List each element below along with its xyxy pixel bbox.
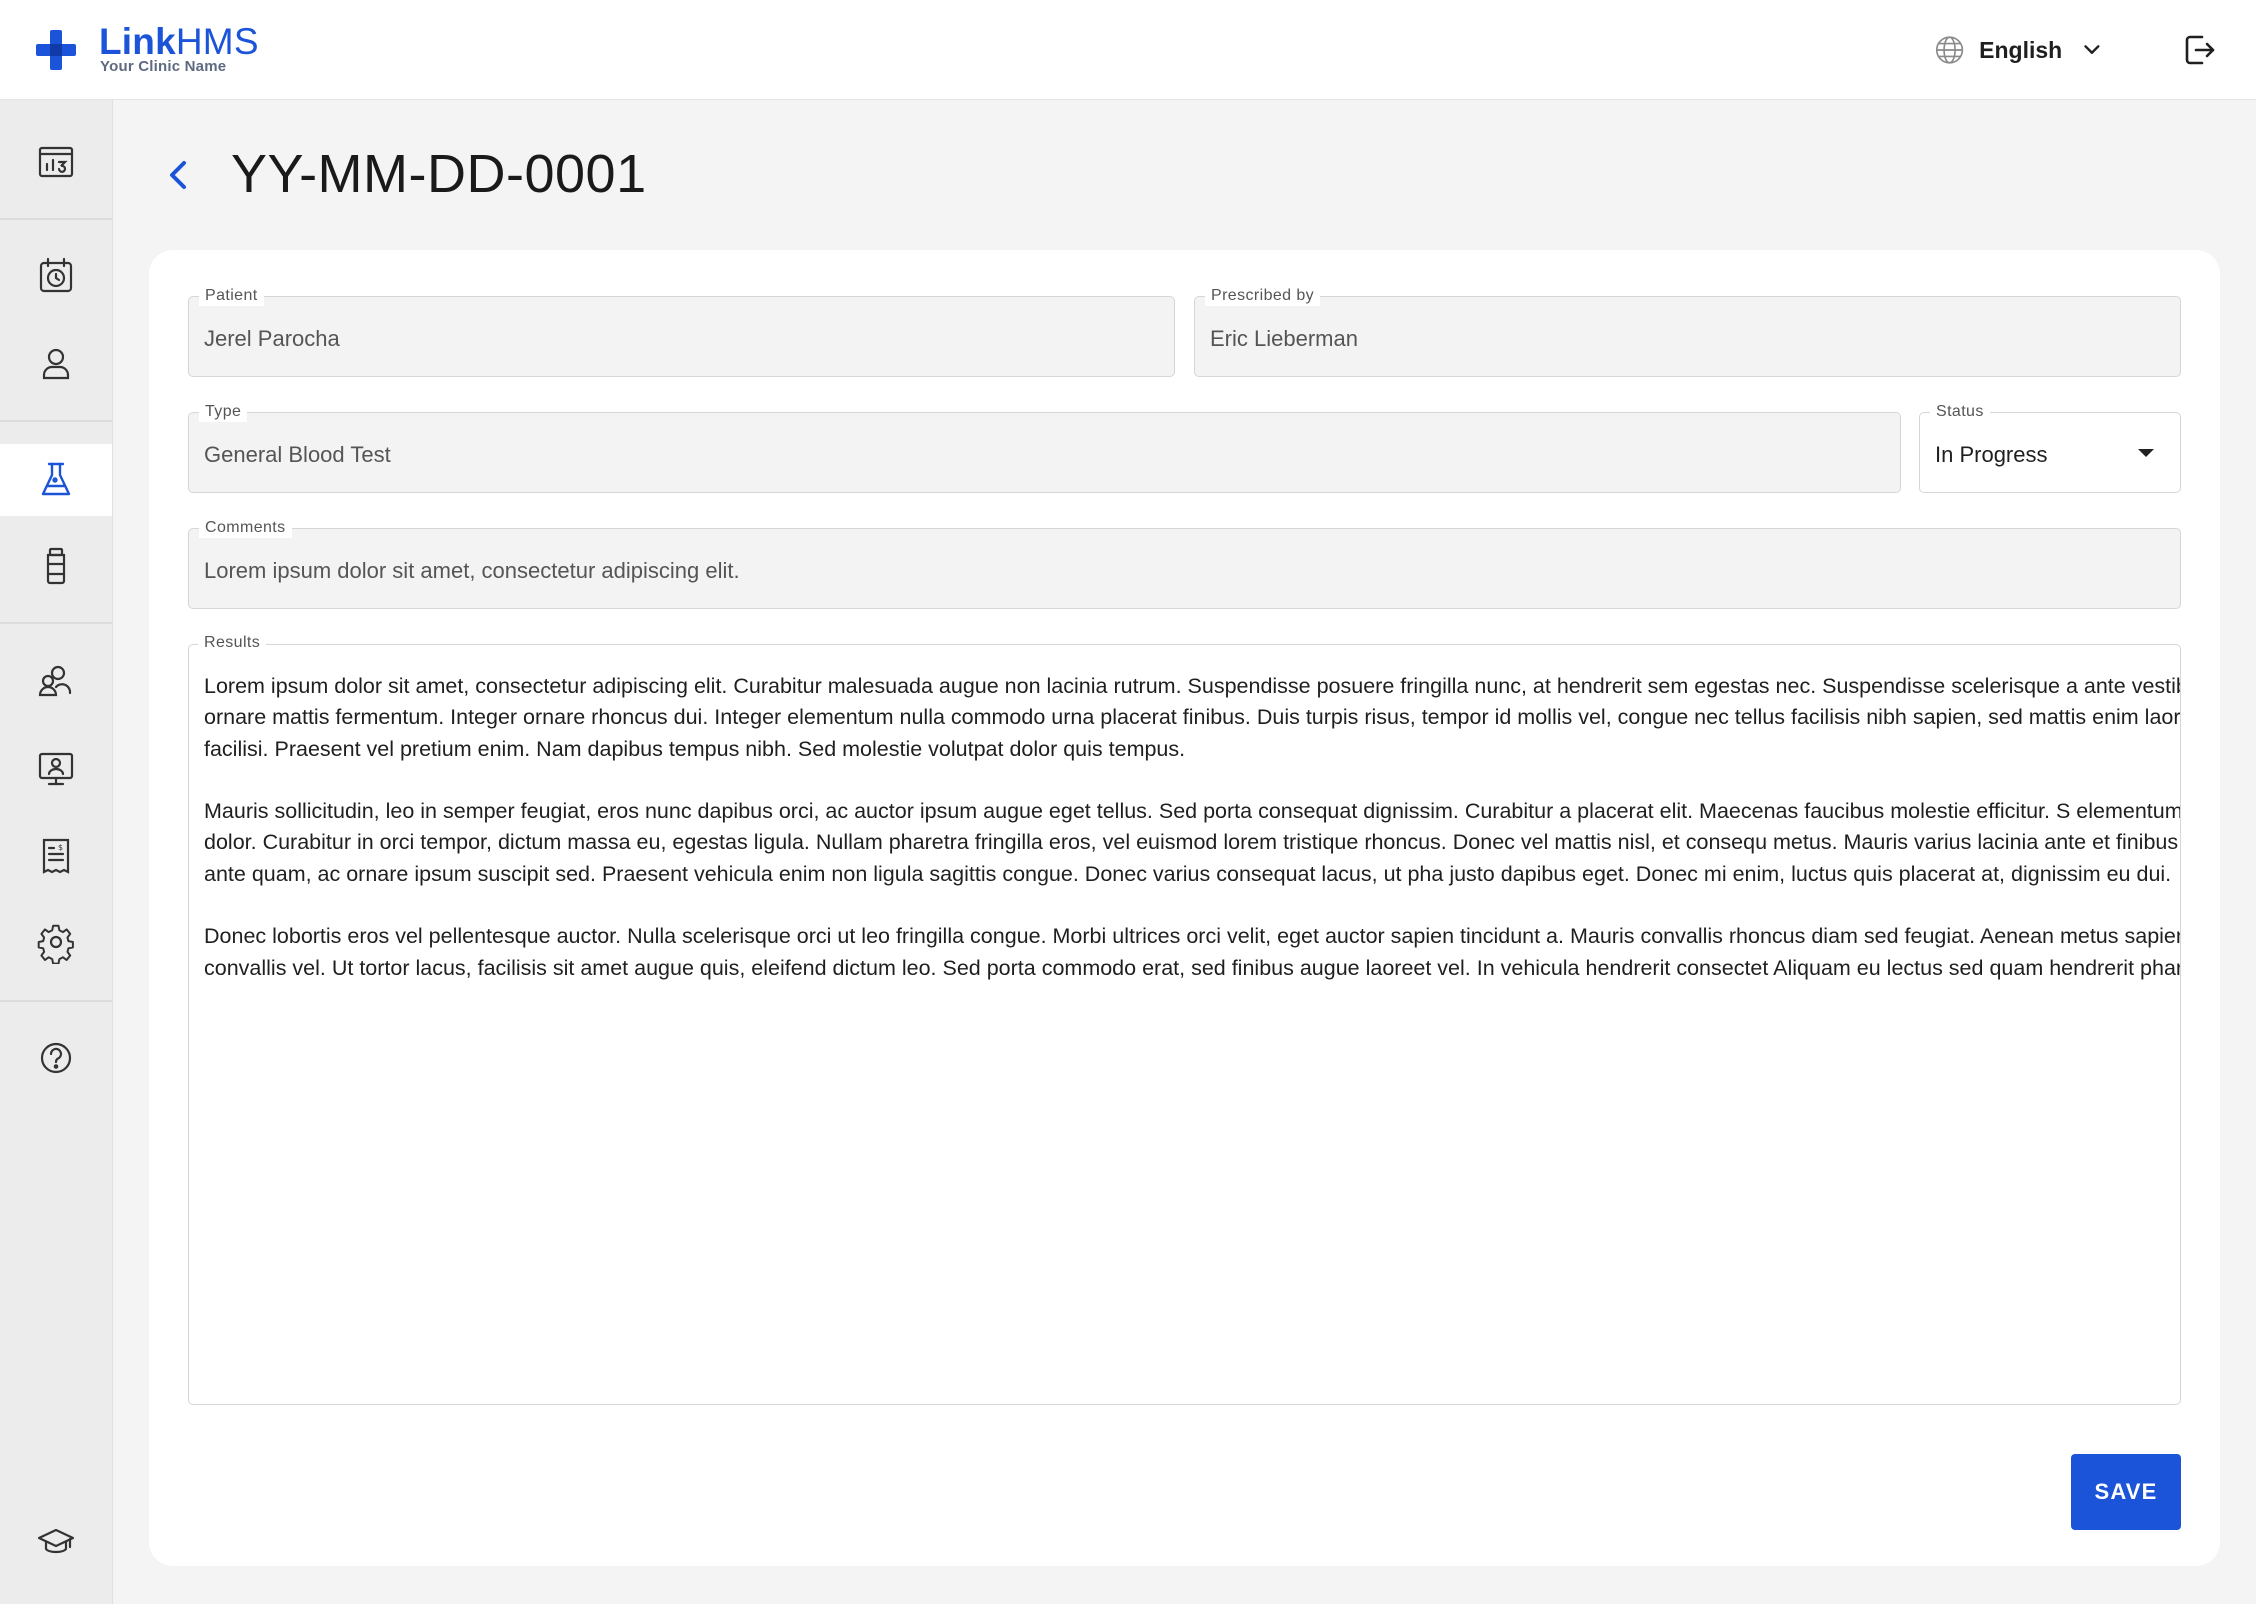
sidebar-item-appointments[interactable] — [0, 240, 112, 312]
patients-icon — [42, 348, 70, 380]
prescribed-by-field[interactable]: Prescribed by Eric Lieberman — [1194, 286, 2181, 377]
chevron-down-icon — [2084, 45, 2100, 54]
logout-icon[interactable] — [2182, 32, 2218, 68]
comments-field[interactable]: Comments Lorem ipsum dolor sit amet, con… — [188, 518, 2181, 609]
logo-cross-icon — [36, 30, 76, 70]
type-field[interactable]: Type General Blood Test — [188, 402, 1901, 493]
billing-icon: $ — [42, 838, 70, 874]
results-textarea[interactable]: Lorem ipsum dolor sit amet, consectetur … — [188, 644, 2181, 1405]
monitor-icon — [38, 752, 74, 786]
comments-label: Comments — [199, 518, 292, 538]
brand-link: Link — [99, 21, 176, 62]
status-value: In Progress — [1935, 442, 2048, 467]
comments-value: Lorem ipsum dolor sit amet, consectetur … — [204, 558, 740, 583]
appointments-icon — [39, 257, 73, 293]
results-text: Lorem ipsum dolor sit amet, consectetur … — [204, 671, 2181, 1015]
type-value: General Blood Test — [204, 442, 391, 467]
sidebar-item-settings[interactable] — [0, 908, 112, 980]
sidebar-item-help[interactable] — [0, 1022, 112, 1094]
page-title: YY-MM-DD-0001 — [231, 144, 647, 204]
sidebar-divider — [0, 218, 112, 220]
results-paragraph: Mauris sollicitudin, leo in semper feugi… — [204, 799, 2181, 886]
sidebar-item-monitor[interactable] — [0, 733, 112, 805]
sidebar-divider — [0, 420, 112, 422]
type-label: Type — [199, 402, 248, 422]
patient-label: Patient — [199, 286, 264, 306]
prescribed-by-value: Eric Lieberman — [1210, 326, 1358, 351]
sidebar-divider — [0, 1000, 112, 1002]
sidebar-item-dashboard[interactable] — [0, 126, 112, 198]
medicine-bottle-icon — [46, 547, 66, 585]
app-logo[interactable]: LinkHMS Your Clinic Name — [36, 22, 296, 78]
clinic-name: Your Clinic Name — [100, 58, 227, 75]
language-selector[interactable]: English — [1934, 30, 2104, 70]
sidebar-item-staff[interactable] — [0, 645, 112, 717]
sidebar-item-education[interactable] — [0, 1506, 112, 1578]
results-label: Results — [198, 633, 267, 653]
patient-field[interactable]: Patient Jerel Parocha — [188, 286, 1175, 377]
gear-icon — [37, 924, 74, 964]
prescribed-by-label: Prescribed by — [1205, 286, 1321, 306]
sidebar-item-lab[interactable] — [0, 444, 112, 516]
staff-icon — [38, 665, 72, 697]
save-button[interactable]: SAVE — [2071, 1454, 2181, 1530]
help-icon — [40, 1042, 72, 1074]
status-select[interactable]: Status In Progress — [1919, 402, 2181, 493]
sidebar-item-patients[interactable] — [0, 328, 112, 400]
graduation-cap-icon — [37, 1528, 75, 1554]
language-label: English — [1979, 36, 2063, 63]
sidebar-item-billing[interactable]: $ — [0, 820, 112, 892]
brand-hms: HMS — [175, 21, 259, 62]
patient-value: Jerel Parocha — [204, 326, 340, 351]
sidebar: $ — [0, 100, 113, 1604]
sidebar-item-pharmacy[interactable] — [0, 530, 112, 602]
results-paragraph: Donec lobortis eros vel pellentesque auc… — [204, 924, 2181, 980]
top-bar: LinkHMS Your Clinic Name English — [0, 0, 2256, 100]
dropdown-arrow-icon — [2138, 449, 2154, 457]
svg-text:$: $ — [58, 843, 63, 852]
lab-flask-icon — [41, 462, 71, 496]
brand-name: LinkHMS — [99, 22, 259, 62]
dashboard-icon — [38, 146, 74, 178]
status-label: Status — [1930, 402, 1990, 422]
back-arrow-icon[interactable] — [160, 152, 196, 198]
results-paragraph: Lorem ipsum dolor sit amet, consectetur … — [204, 674, 2181, 761]
sidebar-divider — [0, 622, 112, 624]
globe-icon — [1935, 36, 1964, 64]
